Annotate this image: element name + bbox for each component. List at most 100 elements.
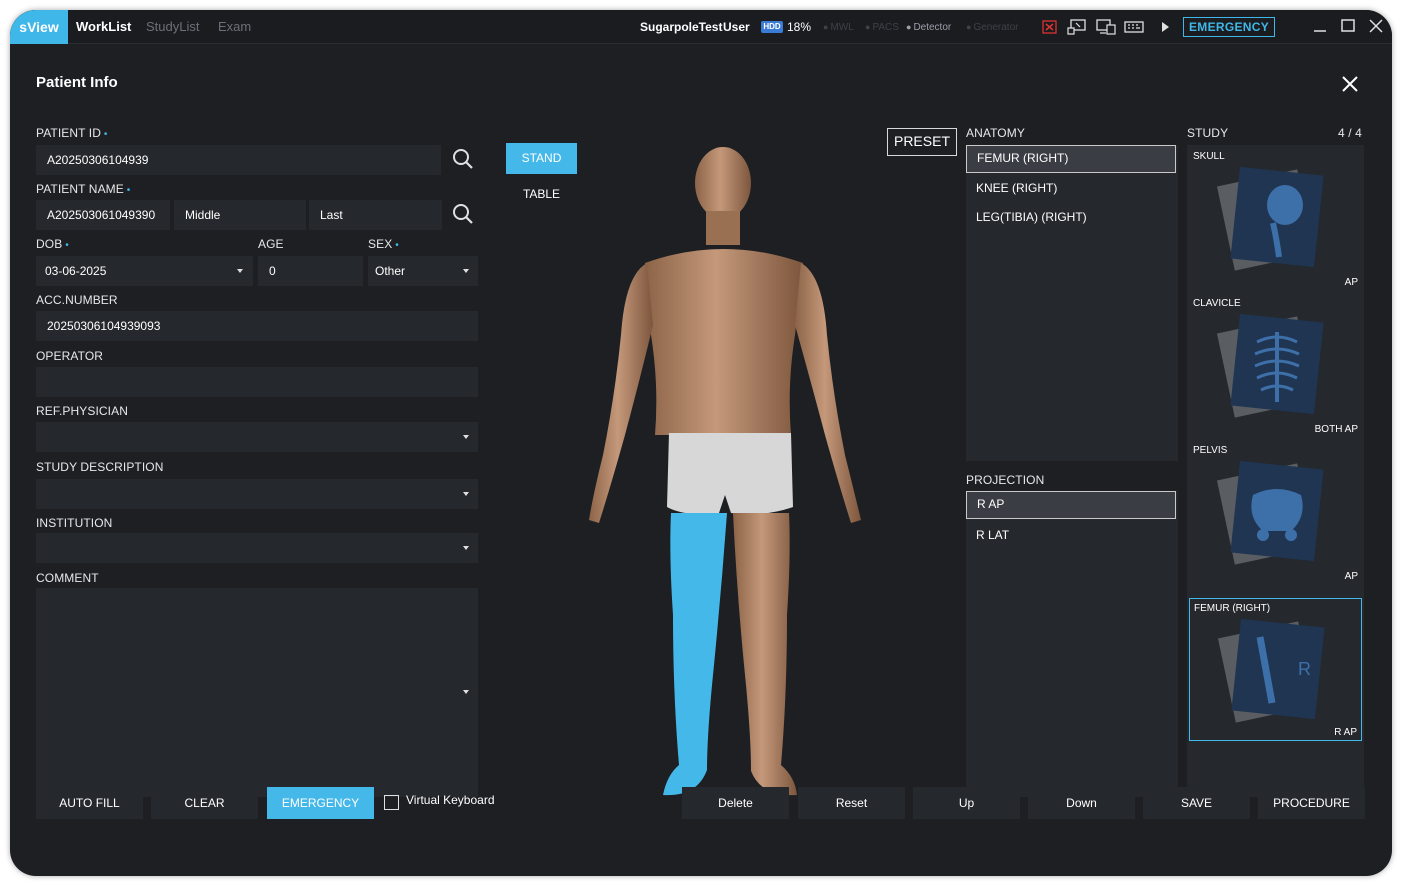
user-name[interactable]: User [723, 10, 750, 44]
projection-title: PROJECTION [966, 473, 1045, 487]
sex-chevron-down-icon [463, 269, 469, 273]
play-icon[interactable] [1156, 19, 1176, 35]
maximize-icon[interactable] [1338, 16, 1358, 36]
up-button[interactable]: Up [913, 787, 1020, 819]
study-card[interactable]: CLAVICLE BOTH AP [1189, 294, 1362, 437]
status-generator: Generator [966, 10, 1018, 44]
comment-chevron-down-icon [463, 690, 469, 694]
anatomy-item-tibia-right[interactable]: LEG(TIBIA) (RIGHT) [966, 203, 1176, 231]
ref-physician-label: REF.PHYSICIAN [36, 404, 128, 418]
save-button[interactable]: SAVE [1143, 787, 1250, 819]
sex-select[interactable]: Other [368, 256, 478, 286]
acc-number-input[interactable]: 20250306104939093 [36, 311, 478, 341]
dob-select[interactable]: 03-06-2025 [36, 256, 253, 286]
tab-studylist[interactable]: StudyList [146, 10, 199, 44]
study-card-projection: AP [1344, 571, 1358, 582]
study-card[interactable]: SKULL AP [1189, 147, 1362, 290]
status-detector: Detector [906, 10, 951, 44]
institution-select[interactable] [36, 533, 478, 563]
auto-fill-button[interactable]: AUTO FILL [36, 787, 143, 819]
study-card[interactable]: PELVIS AP [1189, 441, 1362, 584]
study-card-projection: R AP [1334, 727, 1357, 738]
age-input[interactable]: 0 [258, 256, 363, 286]
study-count: 4 / 4 [1338, 126, 1362, 140]
top-bar: sView WorkList StudyList Exam SugarpoleT… [10, 10, 1392, 44]
comment-textarea[interactable] [36, 588, 478, 797]
patient-id-input[interactable]: A20250306104939 [36, 145, 441, 175]
right-arm[interactable] [589, 263, 653, 523]
right-leg-highlighted[interactable] [663, 513, 727, 796]
virtual-keyboard-label: Virtual Keyboard [406, 793, 495, 807]
shorts [667, 433, 793, 515]
body-model[interactable] [555, 135, 895, 800]
hdd-percent: 18% [787, 20, 812, 34]
operator-input[interactable] [36, 367, 478, 397]
head[interactable] [695, 147, 751, 219]
search-icon[interactable] [451, 147, 475, 171]
status-pacs: PACS [865, 10, 899, 44]
panel-title: Patient Info [36, 74, 118, 91]
anatomy-title: ANATOMY [966, 126, 1025, 140]
devices-icon[interactable] [1096, 19, 1116, 35]
hospital-name: SugarpoleTest [640, 20, 723, 34]
window-close-icon[interactable] [1366, 16, 1386, 36]
institution-chevron-down-icon [463, 546, 469, 550]
study-title: STUDY [1187, 126, 1229, 140]
last-name-input[interactable]: Last [309, 200, 442, 230]
close-icon[interactable] [1338, 72, 1362, 96]
ref-chevron-down-icon [463, 435, 469, 439]
middle-name-input[interactable]: Middle [174, 200, 306, 230]
chest-xray-thumbnail [1217, 313, 1324, 418]
study-card-projection: AP [1344, 277, 1358, 288]
status-mwl: MWL [823, 10, 853, 44]
monitor-sync-icon[interactable] [1067, 19, 1087, 35]
skull-xray-thumbnail [1217, 166, 1324, 271]
svg-text:R: R [1298, 659, 1311, 679]
keyboard-icon[interactable] [1124, 19, 1144, 35]
procedure-button[interactable]: PROCEDURE [1258, 787, 1365, 819]
femur-xray-thumbnail: R [1218, 618, 1325, 723]
sex-label: SEX [368, 237, 399, 251]
study-card-selected[interactable]: FEMUR (RIGHT) R R AP [1189, 598, 1362, 741]
pelvis-xray-thumbnail [1217, 460, 1324, 565]
left-leg[interactable] [733, 513, 797, 796]
study-desc-chevron-down-icon [463, 492, 469, 496]
tab-exam[interactable]: Exam [218, 10, 251, 44]
acc-number-label: ACC.NUMBER [36, 293, 118, 307]
minimize-icon[interactable] [1310, 16, 1330, 36]
tab-worklist[interactable]: WorkList [76, 10, 131, 44]
app-logo: sView [10, 10, 68, 44]
reset-button[interactable]: Reset [798, 787, 905, 819]
neck[interactable] [706, 211, 740, 245]
clear-button[interactable]: CLEAR [151, 787, 258, 819]
patient-name-label: PATIENT NAME [36, 182, 130, 196]
first-name-input[interactable]: A202503061049390 [36, 200, 170, 230]
emergency-button[interactable]: EMERGENCY [267, 787, 374, 819]
app-window: sView WorkList StudyList Exam SugarpoleT… [10, 10, 1392, 876]
institution-label: INSTITUTION [36, 516, 113, 530]
delete-button[interactable]: Delete [682, 787, 789, 819]
projection-item-r-ap[interactable]: R AP [966, 491, 1176, 519]
error-icon[interactable] [1040, 19, 1060, 35]
comment-label: COMMENT [36, 571, 99, 585]
emergency-top-button[interactable]: EMERGENCY [1183, 17, 1275, 37]
anatomy-item-femur-right[interactable]: FEMUR (RIGHT) [966, 145, 1176, 173]
virtual-keyboard-checkbox[interactable] [384, 795, 399, 810]
projection-list: R AP R LAT [966, 491, 1178, 797]
ref-physician-select[interactable] [36, 422, 478, 452]
dob-label: DOB [36, 237, 69, 251]
projection-item-r-lat[interactable]: R LAT [966, 521, 1176, 549]
study-description-select[interactable] [36, 479, 478, 509]
anatomy-item-knee-right[interactable]: KNEE (RIGHT) [966, 174, 1176, 202]
name-search-icon[interactable] [451, 202, 475, 226]
dob-chevron-down-icon [237, 269, 243, 273]
patient-id-label: PATIENT ID [36, 126, 108, 140]
anatomy-list: FEMUR (RIGHT) KNEE (RIGHT) LEG(TIBIA) (R… [966, 145, 1178, 461]
study-description-label: STUDY DESCRIPTION [36, 460, 164, 474]
left-arm[interactable] [795, 263, 861, 523]
hdd-icon: HDD [761, 21, 783, 33]
down-button[interactable]: Down [1028, 787, 1135, 819]
preset-button[interactable]: PRESET [887, 128, 957, 156]
torso[interactable] [645, 249, 803, 435]
age-label: AGE [258, 237, 284, 251]
